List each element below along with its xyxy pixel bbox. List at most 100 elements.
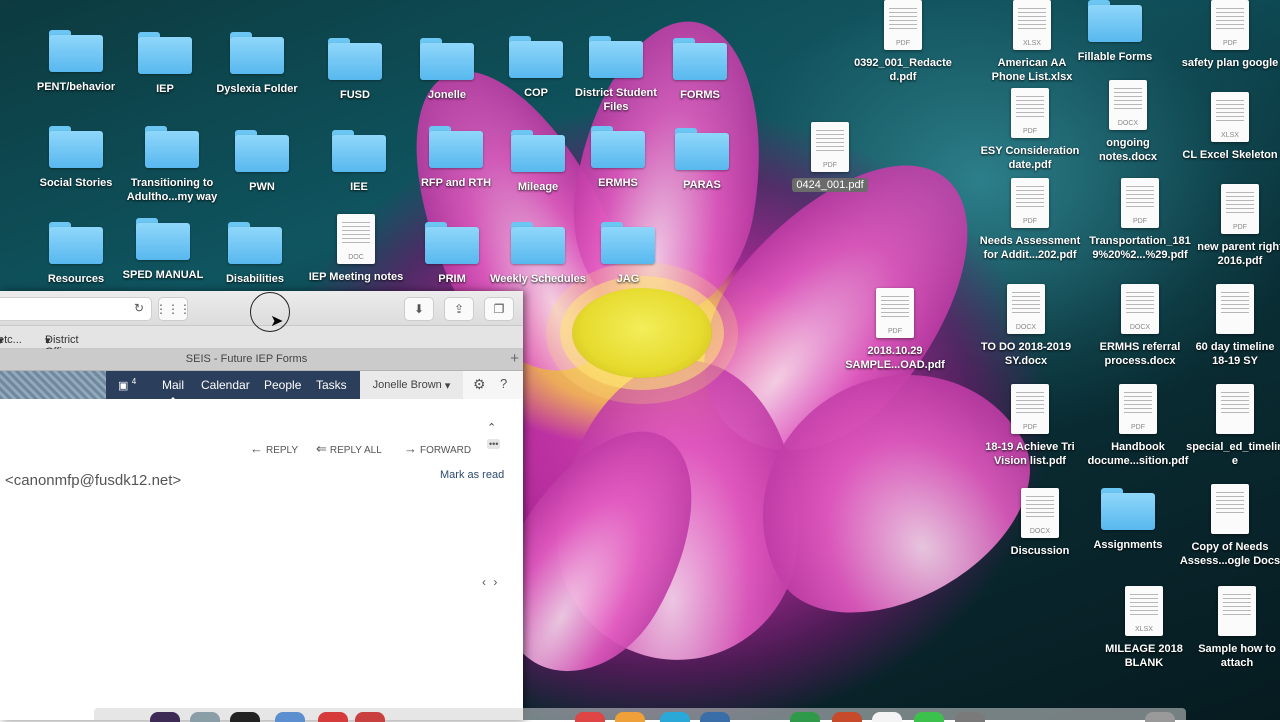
dock-app[interactable] [832,712,862,722]
new-tab-button[interactable]: + [510,350,519,367]
safari-window[interactable]: ↻ ⋮⋮⋮ ⬇ ⇪ ❐ etc... ▾ District Office ▾ S… [0,291,523,720]
desktop-icon[interactable]: Fillable Forms [1065,0,1165,64]
grid-icon[interactable]: ⋮⋮⋮ [155,297,191,321]
dock-app[interactable] [955,712,985,722]
dock-app[interactable] [914,712,944,722]
dock-app[interactable] [872,712,902,722]
calendar-icon[interactable]: ▣ 4 [118,377,136,392]
reply-button[interactable]: ← REPLY [250,441,298,456]
desktop-icon[interactable]: 60 day timeline 18-19 SY [1185,284,1280,368]
desktop-icon[interactable]: PENT/behavior [26,30,126,94]
desktop-icon-label: ongoing notes.docx [1098,137,1158,163]
dock-app[interactable] [355,712,385,722]
share-icon[interactable]: ⇪ [444,297,474,321]
nav-mail[interactable]: Mail [162,378,184,401]
desktop-icon[interactable]: PDF Needs Assessment for Addit...202.pdf [980,178,1080,262]
document-icon [1218,586,1256,636]
folder-icon [328,38,382,80]
tab-title[interactable]: SEIS - Future IEP Forms [0,353,493,365]
dock-app[interactable] [790,712,820,722]
desktop-icon[interactable]: Dyslexia Folder [207,32,307,96]
desktop-icon[interactable]: IEE [309,130,409,194]
folder-icon [509,36,563,78]
document-icon: PDF [1011,178,1049,228]
dock-app[interactable] [190,712,220,722]
nav-people[interactable]: People [264,378,301,392]
desktop-icon-label: Needs Assessment for Addit...202.pdf [979,235,1081,261]
desktop-icon-label: RFP and RTH [420,177,492,189]
desktop-icon[interactable]: Jonelle [397,38,497,102]
nav-tasks[interactable]: Tasks [316,378,347,392]
desktop-icon[interactable]: Disabilities [205,222,305,286]
desktop-icon[interactable]: special_ed_timelin e [1185,384,1280,468]
more-actions-button[interactable]: ••• [487,439,501,449]
desktop-icon[interactable]: IEP [115,32,215,96]
banner-image [0,371,106,399]
folder-icon [511,222,565,264]
desktop-icon[interactable]: PDF new parent right 2016.pdf [1190,184,1280,268]
user-menu[interactable]: Jonelle Brown ▾ [360,371,463,399]
desktop-icon[interactable]: XLSX MILEAGE 2018 BLANK [1094,586,1194,670]
desktop-icon[interactable]: PDF 18-19 Achieve Tri Vision list.pdf [980,384,1080,468]
reply-arrow-icon: ← [250,441,263,456]
dock-app[interactable] [1145,712,1175,722]
dock-app[interactable] [575,712,605,722]
file-type-label: PDF [896,40,910,47]
gear-icon[interactable]: ⚙ [473,376,486,393]
desktop-icon[interactable]: PDF 2018.10.29 SAMPLE...OAD.pdf [845,288,945,372]
file-type-label: XLSX [1023,40,1041,47]
desktop-icon[interactable]: FUSD [305,38,405,102]
desktop-icon[interactable]: DOCX Discussion [990,488,1090,558]
desktop-icon[interactable]: PRIM [402,222,502,286]
reload-icon[interactable]: ↻ [128,297,150,319]
desktop-icon[interactable]: PDF Transportation_181 9%20%2...%29.pdf [1089,178,1191,262]
dock-app[interactable] [275,712,305,722]
download-icon[interactable]: ⬇ [404,297,434,321]
desktop-icon[interactable]: PDF ESY Consideration date.pdf [980,88,1080,172]
desktop-icon[interactable]: FORMS [650,38,750,102]
desktop-icon[interactable]: DOCX TO DO 2018-2019 SY.docx [976,284,1076,368]
desktop-icon-label: Fillable Forms [1077,51,1153,63]
desktop-icon[interactable]: DOCX ongoing notes.docx [1078,80,1178,164]
desktop-icon-label: PARAS [683,179,721,191]
forward-button[interactable]: → FORWARD [404,441,471,456]
desktop-icon[interactable]: PDF safety plan google [1180,0,1280,70]
dock-app[interactable] [150,712,180,722]
desktop-icon[interactable]: PDF Handbook docume...sition.pdf [1088,384,1188,468]
chevron-down-icon: ▾ [0,335,4,347]
desktop-icon[interactable]: PWN [212,130,312,194]
desktop-icon[interactable]: PDF 0424_001.pdf [780,122,880,192]
desktop-icon[interactable]: Copy of Needs Assess...ogle Docs [1180,484,1280,568]
desktop-icon[interactable]: DOCX ERMHS referral process.docx [1090,284,1190,368]
dock-app[interactable] [615,712,645,722]
desktop-icon[interactable]: SPED MANUAL [113,218,213,282]
reply-all-button[interactable]: ⇐ REPLY ALL [316,441,382,457]
help-icon[interactable]: ? [500,376,507,391]
desktop-icon[interactable]: PARAS [652,128,752,192]
desktop-icon[interactable]: JAG [578,222,678,286]
dock-app[interactable] [318,712,348,722]
tab-bar: SEIS - Future IEP Forms + [0,349,523,371]
desktop-icon[interactable]: Sample how to attach [1187,586,1280,670]
document-icon: DOCX [1007,284,1045,334]
desktop-icon[interactable]: Assignments [1078,488,1178,552]
desktop-icon[interactable]: Weekly Schedules [488,222,588,286]
mark-as-read-link[interactable]: Mark as read [440,469,504,481]
tabs-overview-icon[interactable]: ❐ [484,297,514,321]
pager-arrows[interactable]: ‹ › [482,575,499,589]
desktop-icon[interactable]: XLSX CL Excel Skeleton [1180,92,1280,162]
desktop-icon-label: IEP Meeting notes [308,271,404,283]
desktop-icon[interactable]: Social Stories [26,126,126,190]
collapse-icon[interactable]: ⌃ [487,421,496,434]
folder-icon [601,222,655,264]
desktop-icon[interactable]: Transitioning to Adultho...my way [122,126,222,204]
dock-app[interactable] [660,712,690,722]
folder-icon [420,38,474,80]
nav-calendar[interactable]: Calendar [201,378,250,392]
dock-app[interactable] [700,712,730,722]
desktop-icon[interactable]: Resources [26,222,126,286]
dock-app[interactable] [230,712,260,722]
desktop-icon[interactable]: DOC IEP Meeting notes [306,214,406,284]
desktop-icon-label: FORMS [680,89,720,101]
desktop-icon[interactable]: PDF 0392_001_Redacte d.pdf [853,0,953,84]
